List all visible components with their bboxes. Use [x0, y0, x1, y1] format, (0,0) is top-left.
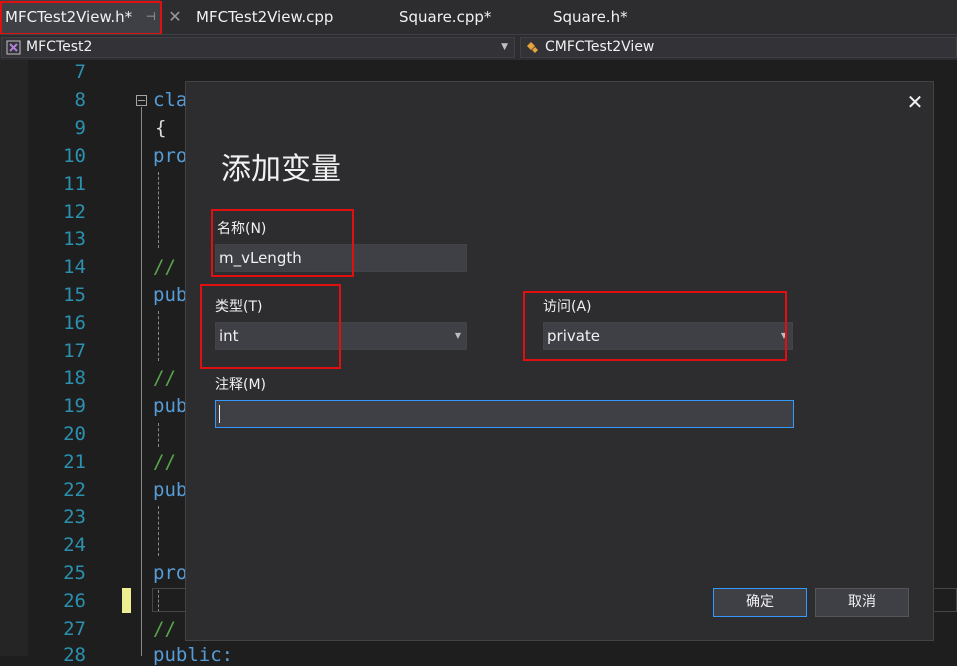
line-number: 16: [63, 312, 86, 334]
close-icon[interactable]: ✕: [905, 92, 925, 112]
class-dropdown[interactable]: CMFCTest2View: [520, 37, 957, 58]
code-line-28: public:: [153, 644, 234, 666]
line-number: 8: [74, 89, 86, 111]
line-number: 27: [63, 618, 86, 640]
project-icon: [6, 40, 21, 55]
code-line-25: pro: [153, 562, 188, 584]
class-name: CMFCTest2View: [545, 39, 655, 55]
code-line-9: {: [155, 117, 167, 139]
highlight-box-active-tab: [0, 1, 162, 35]
tab-label: MFCTest2View.cpp: [196, 8, 334, 26]
line-number: 19: [63, 395, 86, 417]
line-number: 22: [63, 479, 86, 501]
line-number: 20: [63, 423, 86, 445]
highlight-box-type: [200, 284, 341, 369]
code-line-21: //: [153, 451, 176, 473]
indent-guide: [158, 423, 159, 447]
line-number: 11: [63, 173, 86, 195]
line-number: 13: [63, 228, 86, 250]
chevron-down-icon: ▼: [454, 331, 461, 340]
indicator-margin: [0, 60, 28, 656]
line-number: 23: [63, 506, 86, 528]
line-number: 21: [63, 451, 86, 473]
tab-square-h[interactable]: Square.h*: [553, 0, 628, 34]
highlight-box-access: [523, 291, 787, 361]
line-number: 7: [74, 61, 86, 83]
line-number: 26: [63, 590, 86, 612]
comment-input[interactable]: [215, 400, 794, 428]
tab-label: Square.cpp*: [399, 8, 492, 26]
document-tab-bar: MFCTest2View.h* ⊣ ✕ MFCTest2View.cpp Squ…: [0, 0, 957, 35]
comment-label: 注释(M): [215, 377, 267, 393]
code-line-19: pub: [153, 395, 188, 417]
cancel-button[interactable]: 取消: [815, 588, 909, 617]
indent-guide: [158, 172, 159, 248]
tab-square-cpp[interactable]: Square.cpp*: [399, 0, 491, 34]
code-line-22: pub: [153, 479, 188, 501]
code-line-14: //: [153, 256, 176, 278]
line-number: 10: [63, 145, 86, 167]
text-caret: [219, 405, 220, 423]
close-tab-icon[interactable]: ✕: [166, 0, 184, 34]
unsaved-change-marker: [122, 588, 131, 613]
line-number: 18: [63, 367, 86, 389]
navigation-bar: MFCTest2 ▼ CMFCTest2View: [0, 34, 957, 60]
line-number: 9: [74, 117, 86, 139]
tab-label: Square.h*: [553, 8, 628, 26]
indent-guide: [158, 311, 159, 361]
ok-button[interactable]: 确定: [713, 588, 807, 617]
code-line-8: cla: [153, 89, 188, 111]
line-number: 14: [63, 256, 86, 278]
line-number: 12: [63, 201, 86, 223]
chevron-down-icon: ▼: [501, 42, 508, 52]
outline-guide: [141, 107, 142, 656]
line-number: 28: [63, 644, 86, 666]
class-icon: [527, 42, 538, 53]
dialog-title: 添加变量: [221, 152, 341, 187]
highlight-box-name: [211, 209, 354, 277]
line-number: 17: [63, 340, 86, 362]
fold-toggle-icon[interactable]: [136, 95, 147, 106]
line-number: 24: [63, 534, 86, 556]
project-dropdown[interactable]: MFCTest2 ▼: [1, 37, 515, 58]
indent-guide: [158, 506, 159, 556]
line-number: 25: [63, 562, 86, 584]
line-number: 15: [63, 284, 86, 306]
add-variable-dialog: ✕ 添加变量 名称(N) m_vLength 类型(T) int ▼ 访问(A)…: [185, 81, 934, 641]
code-line-27: //: [153, 618, 176, 640]
code-line-15: pub: [153, 284, 188, 306]
code-line-18: //: [153, 367, 176, 389]
project-name: MFCTest2: [26, 39, 93, 55]
code-line-10: pro: [153, 145, 188, 167]
tab-mfctest2view-cpp[interactable]: MFCTest2View.cpp: [196, 0, 333, 34]
